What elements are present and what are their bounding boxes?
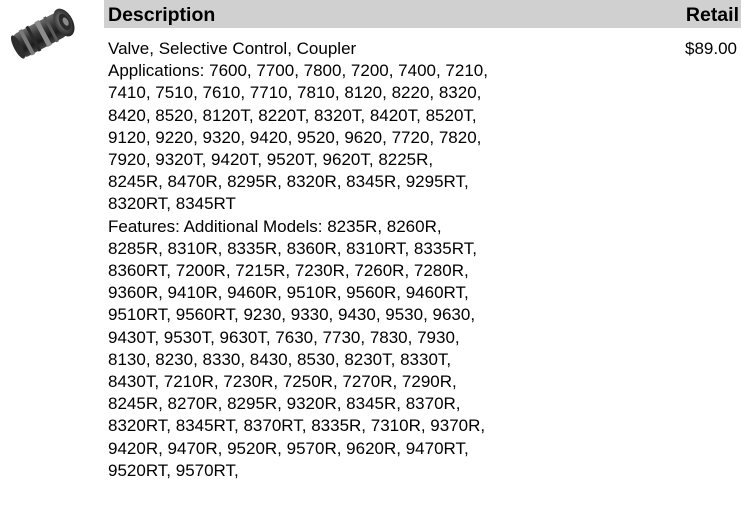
description-line: 8320RT, 8345RT	[108, 194, 236, 214]
description-line: 7920, 9320T, 9420T, 9520T, 9620T, 8225R,	[108, 150, 434, 170]
description-line: 8360RT, 7200R, 7215R, 7230R, 7260R, 7280…	[108, 261, 469, 281]
description-line: 7410, 7510, 7610, 7710, 7810, 8120, 8220…	[108, 83, 482, 103]
description-line: 8420, 8520, 8120T, 8220T, 8320T, 8420T, …	[108, 105, 477, 125]
description-line: 9430T, 9530T, 9630T, 7630, 7730, 7830, 7…	[108, 327, 460, 347]
product-image	[10, 8, 75, 59]
description-line: Features: Additional Models: 8235R, 8260…	[108, 216, 442, 236]
description-line: 9420R, 9470R, 9520R, 9570R, 9620R, 9470R…	[108, 438, 469, 458]
description-line: 8130, 8230, 8330, 8430, 8530, 8230T, 833…	[108, 349, 452, 369]
retail-price: $89.00	[685, 39, 737, 58]
description-line: 8285R, 8310R, 8335R, 8360R, 8310RT, 8335…	[108, 238, 477, 258]
description-column-header: Description	[108, 4, 216, 26]
description-line: 9360R, 9410R, 9460R, 9510R, 9560R, 9460R…	[108, 283, 469, 303]
product-name: Valve, Selective Control, Coupler	[108, 39, 357, 58]
description-line: Applications: 7600, 7700, 7800, 7200, 74…	[108, 61, 488, 81]
description-line: 8320RT, 8345RT, 8370RT, 8335R, 7310R, 93…	[108, 416, 486, 436]
retail-column-header: Retail	[685, 4, 739, 26]
description-line: 8245R, 8470R, 8295R, 8320R, 8345R, 9295R…	[108, 172, 469, 192]
description-line: 9510RT, 9560RT, 9230, 9330, 9430, 9530, …	[108, 305, 476, 325]
description-line: 9520RT, 9570RT,	[108, 460, 239, 480]
product-description: Valve, Selective Control, Coupler Applic…	[108, 38, 628, 482]
description-line: 9120, 9220, 9320, 9420, 9520, 9620, 7720…	[108, 127, 482, 147]
description-line: 8430T, 7210R, 7230R, 7250R, 7270R, 7290R…	[108, 372, 457, 392]
description-line: 8245R, 8270R, 8295R, 9320R, 8345R, 8370R…	[108, 394, 461, 414]
